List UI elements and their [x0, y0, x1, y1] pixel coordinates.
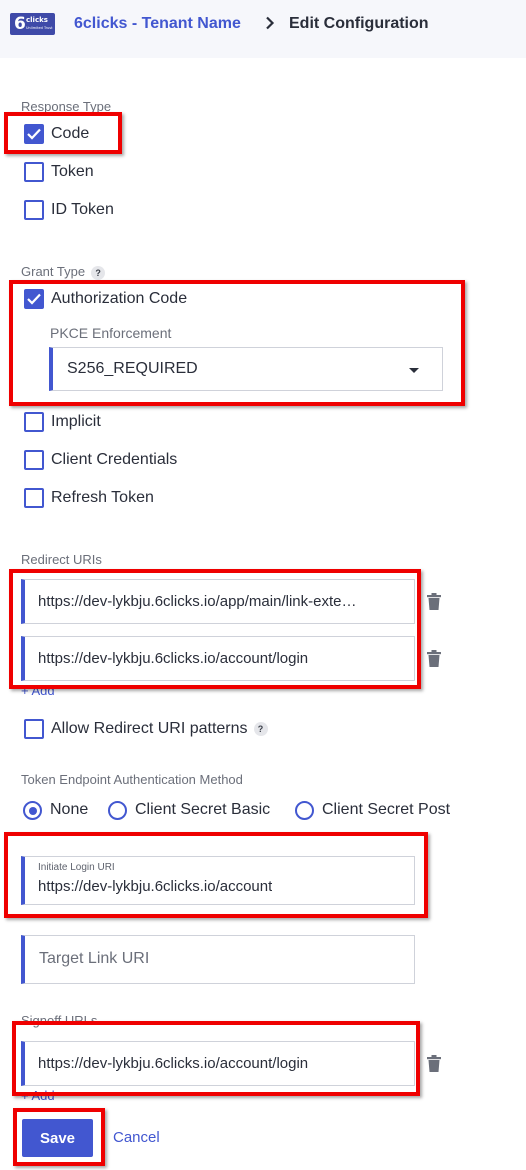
page-title: Edit Configuration [289, 15, 429, 32]
logo-tagline: Unlimited Trust [26, 26, 53, 30]
signoff-urls-label: Signoff URLs [21, 1013, 98, 1028]
help-icon[interactable]: ? [253, 721, 268, 736]
logo-word: clicks [26, 16, 48, 24]
refresh-token-label: Refresh Token [51, 489, 154, 506]
page-header: 6 clicks Unlimited Trust 6clicks - Tenan… [0, 0, 526, 58]
radio-none-label: None [50, 801, 89, 818]
allow-redirect-patterns-text: Allow Redirect URI patterns [51, 720, 248, 737]
trash-icon[interactable] [427, 650, 441, 667]
refresh-token-checkbox[interactable] [24, 488, 44, 508]
redirect-uri-input-1[interactable]: https://dev-lykbju.6clicks.io/app/main/l… [21, 579, 415, 624]
client-credentials-label: Client Credentials [51, 451, 178, 468]
response-type-label: Response Type [21, 99, 112, 114]
redirect-uris-label: Redirect URIs [21, 552, 102, 567]
pkce-label: PKCE Enforcement [50, 325, 172, 341]
grant-type-label-text: Grant Type [21, 264, 86, 279]
authorization-code-label: Authorization Code [51, 290, 188, 307]
save-button[interactable]: Save [22, 1119, 93, 1157]
client-credentials-checkbox[interactable] [24, 450, 44, 470]
grant-type-label: Grant Type? [21, 264, 106, 280]
initiate-login-uri-input[interactable]: Initiate Login URI https://dev-lykbju.6c… [21, 856, 415, 905]
id-token-label: ID Token [51, 201, 114, 218]
radio-client-secret-post[interactable] [295, 801, 314, 820]
redirect-uri-value-2: https://dev-lykbju.6clicks.io/account/lo… [38, 650, 309, 667]
token-auth-label: Token Endpoint Authentication Method [21, 772, 243, 787]
radio-client-secret-post-label: Client Secret Post [322, 801, 451, 818]
implicit-label: Implicit [51, 413, 101, 430]
redirect-uri-value-1: https://dev-lykbju.6clicks.io/app/main/l… [38, 593, 357, 610]
initiate-login-uri-label: Initiate Login URI [38, 862, 115, 873]
allow-redirect-patterns-label: Allow Redirect URI patterns? [51, 720, 268, 738]
check-icon [27, 293, 41, 305]
allow-redirect-patterns-checkbox[interactable] [24, 719, 44, 739]
breadcrumb-tenant-link[interactable]: 6clicks - Tenant Name [74, 15, 241, 33]
chevron-right-icon [266, 16, 275, 30]
radio-client-secret-basic-label: Client Secret Basic [135, 801, 271, 818]
code-label: Code [51, 125, 90, 142]
target-link-uri-input[interactable]: Target Link URI [21, 935, 415, 984]
implicit-checkbox[interactable] [24, 412, 44, 432]
add-signoff-url-link[interactable]: + Add [21, 1088, 55, 1103]
app-logo[interactable]: 6 clicks Unlimited Trust [10, 13, 55, 35]
signoff-url-value-1: https://dev-lykbju.6clicks.io/account/lo… [38, 1055, 309, 1072]
add-redirect-uri-link[interactable]: + Add [21, 683, 55, 698]
signoff-url-input-1[interactable]: https://dev-lykbju.6clicks.io/account/lo… [21, 1041, 415, 1086]
radio-none[interactable] [23, 801, 42, 820]
trash-icon[interactable] [427, 593, 441, 610]
radio-client-secret-basic[interactable] [108, 801, 127, 820]
caret-down-icon [409, 368, 419, 373]
redirect-uri-input-2[interactable]: https://dev-lykbju.6clicks.io/account/lo… [21, 636, 415, 681]
check-icon [27, 128, 41, 140]
code-checkbox[interactable] [24, 124, 44, 144]
id-token-checkbox[interactable] [24, 200, 44, 220]
target-link-uri-placeholder: Target Link URI [39, 950, 150, 967]
trash-icon[interactable] [427, 1055, 441, 1072]
logo-number: 6 [14, 14, 26, 34]
help-icon[interactable]: ? [91, 265, 106, 280]
pkce-selected-value: S256_REQUIRED [67, 360, 198, 377]
authorization-code-checkbox[interactable] [24, 289, 44, 309]
initiate-login-uri-value: https://dev-lykbju.6clicks.io/account [38, 878, 273, 895]
cancel-link[interactable]: Cancel [113, 1129, 160, 1146]
token-checkbox[interactable] [24, 162, 44, 182]
pkce-select[interactable]: S256_REQUIRED [49, 347, 443, 391]
token-label: Token [51, 163, 94, 180]
